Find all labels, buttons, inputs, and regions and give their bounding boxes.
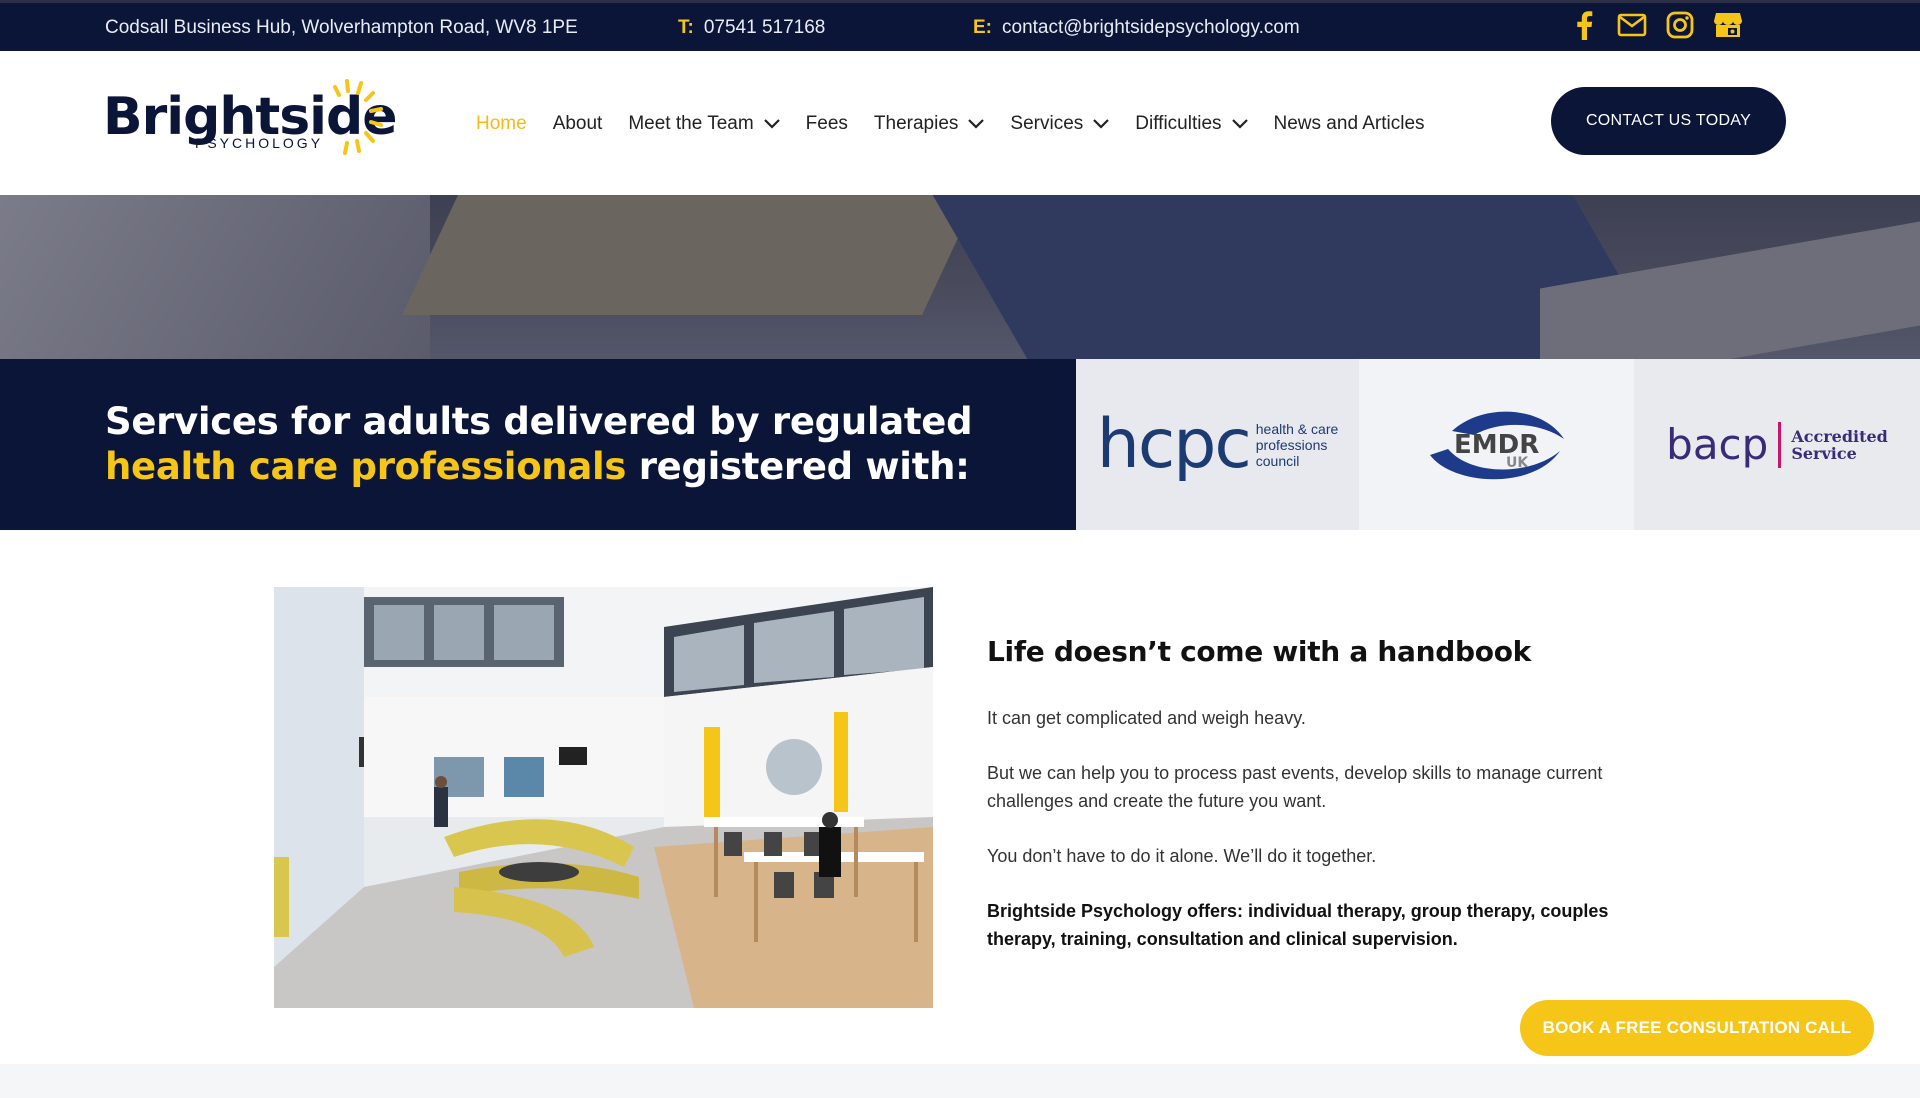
hcpc-caption: health & care professions council bbox=[1256, 421, 1339, 469]
hero-shape bbox=[0, 195, 430, 359]
nav-about-label: About bbox=[552, 113, 603, 134]
social-icons bbox=[1568, 9, 1744, 41]
intro-heading: Life doesn’t come with a handbook bbox=[987, 635, 1531, 668]
bacp-caption-line: Service bbox=[1791, 443, 1857, 463]
facebook-icon[interactable] bbox=[1568, 9, 1600, 41]
nav-meet-the-team[interactable]: Meet the Team bbox=[628, 113, 780, 135]
phone-label: T: bbox=[678, 17, 694, 38]
intro-content: Life doesn’t come with a handbook It can… bbox=[987, 635, 1667, 980]
heading-text: Services for adults delivered by regulat… bbox=[105, 400, 973, 443]
nav-fees-label: Fees bbox=[805, 113, 848, 134]
email-address[interactable]: contact@brightsidepsychology.com bbox=[1002, 17, 1300, 38]
google-business-icon[interactable] bbox=[1712, 9, 1744, 41]
contact-us-button[interactable]: CONTACT US TODAY bbox=[1551, 87, 1786, 155]
site-header: Brightside PSYCHOLOGY Home About Meet th… bbox=[0, 51, 1920, 195]
nav-about[interactable]: About bbox=[553, 113, 603, 135]
nav-meet-the-team-label: Meet the Team bbox=[628, 113, 754, 134]
bacp-caption: Accredited Service bbox=[1791, 428, 1888, 462]
hcpc-wordmark: hcpc bbox=[1096, 405, 1252, 484]
nav-news-and-articles[interactable]: News and Articles bbox=[1274, 113, 1425, 135]
chevron-down-icon bbox=[1231, 113, 1248, 135]
nav-home[interactable]: Home bbox=[476, 113, 527, 135]
chevron-down-icon bbox=[968, 113, 985, 135]
logo-subtitle: PSYCHOLOGY bbox=[195, 135, 324, 151]
main-navigation: Home About Meet the Team Fees Therapies … bbox=[476, 113, 1451, 135]
phone-contact[interactable]: T: 07541 517168 bbox=[678, 17, 825, 39]
emdr-uk-logo: EMDR UK bbox=[1359, 359, 1634, 530]
next-section-strip bbox=[0, 1064, 1920, 1098]
intro-paragraph: It can get complicated and weigh heavy. bbox=[987, 708, 1306, 728]
mail-icon[interactable] bbox=[1616, 9, 1648, 41]
email-label: E: bbox=[973, 17, 992, 38]
nav-therapies[interactable]: Therapies bbox=[874, 113, 985, 135]
nav-therapies-label: Therapies bbox=[873, 113, 959, 134]
emdr-swoosh-icon: EMDR UK bbox=[1429, 411, 1564, 479]
phone-number[interactable]: 07541 517168 bbox=[704, 17, 826, 38]
intro-paragraph: You don’t have to do it alone. We’ll do … bbox=[987, 846, 1377, 866]
nav-difficulties[interactable]: Difficulties bbox=[1135, 113, 1248, 135]
hero-image bbox=[0, 195, 1920, 359]
hero-shape bbox=[402, 195, 978, 315]
nav-services[interactable]: Services bbox=[1010, 113, 1110, 135]
hcpc-caption-line: council bbox=[1255, 452, 1300, 469]
hcpc-logo: hcpc health & care professions council bbox=[1076, 359, 1359, 530]
hcpc-caption-line: professions bbox=[1255, 436, 1328, 453]
heading-highlight: health care professionals bbox=[105, 445, 627, 488]
accreditation-logos: hcpc health & care professions council E… bbox=[1076, 359, 1920, 530]
nav-services-label: Services bbox=[1010, 113, 1084, 134]
hcpc-caption-line: health & care bbox=[1255, 420, 1339, 437]
heading-text-end: registered with: bbox=[626, 445, 970, 488]
nav-news-label: News and Articles bbox=[1273, 113, 1425, 134]
accreditation-band: Services for adults delivered by regulat… bbox=[0, 359, 1076, 530]
top-contact-bar: Codsall Business Hub, Wolverhampton Road… bbox=[0, 0, 1920, 51]
book-consultation-button[interactable]: BOOK A FREE CONSULTATION CALL bbox=[1520, 1000, 1874, 1056]
nav-fees[interactable]: Fees bbox=[806, 113, 848, 135]
intro-paragraph: But we can help you to process past even… bbox=[987, 763, 1603, 811]
nav-home-label: Home bbox=[476, 113, 527, 134]
accreditation-heading: Services for adults delivered by regulat… bbox=[105, 399, 1005, 489]
bacp-divider bbox=[1778, 421, 1782, 468]
brightside-logo[interactable]: Brightside PSYCHOLOGY bbox=[103, 79, 397, 171]
nav-difficulties-label: Difficulties bbox=[1135, 113, 1222, 134]
chevron-down-icon bbox=[763, 113, 780, 135]
address-text: Codsall Business Hub, Wolverhampton Road… bbox=[105, 17, 578, 38]
email-contact[interactable]: E: contact@brightsidepsychology.com bbox=[973, 17, 1300, 39]
emdr-uk-text: UK bbox=[1506, 455, 1529, 471]
chevron-down-icon bbox=[1093, 113, 1110, 135]
services-summary: Brightside Psychology offers: individual… bbox=[987, 901, 1609, 949]
bacp-wordmark: bacp bbox=[1666, 420, 1769, 469]
bacp-logo: bacp Accredited Service bbox=[1634, 359, 1920, 530]
sun-icon bbox=[325, 79, 385, 162]
office-lobby-photo bbox=[274, 587, 933, 1008]
instagram-icon[interactable] bbox=[1664, 9, 1696, 41]
